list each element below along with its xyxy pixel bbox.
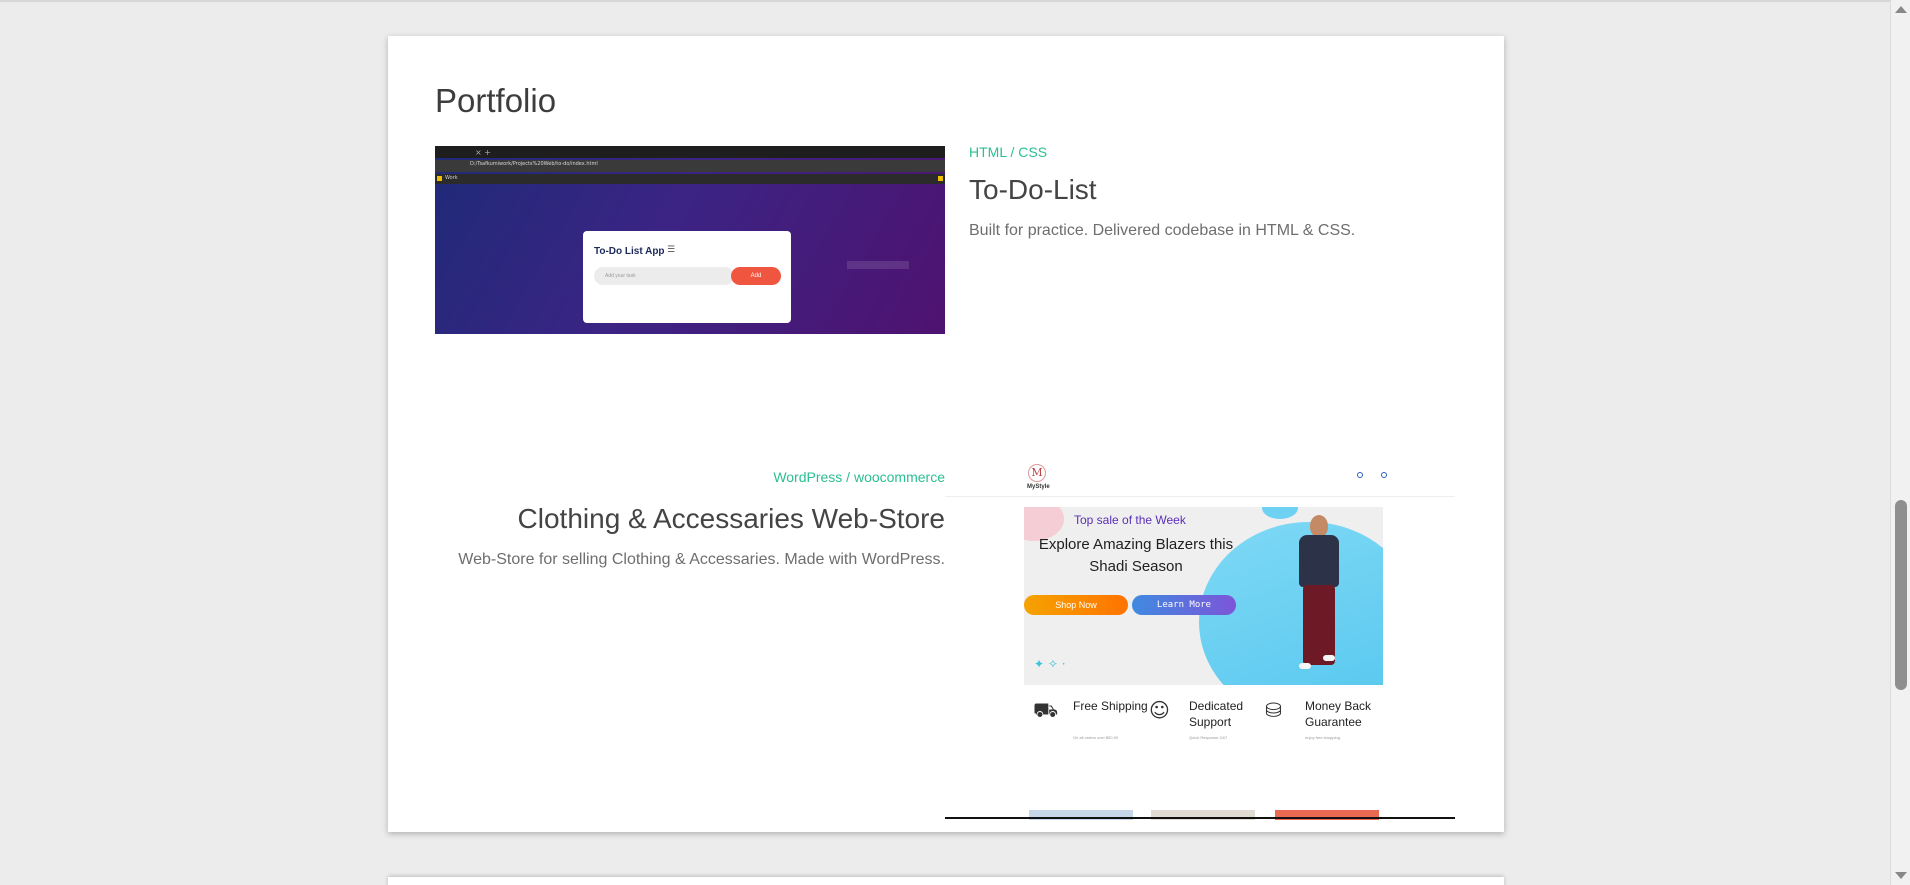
- hero-banner: Top sale of the Week Explore Amazing Bla…: [1024, 507, 1383, 685]
- todo-project-info: HTML / CSS To-Do-List Built for practice…: [969, 144, 1449, 244]
- store-project-info: WordPress / woocommerce Clothing & Acces…: [448, 469, 945, 573]
- feature-label: Dedicated Support: [1189, 699, 1244, 729]
- faint-line: [847, 261, 909, 269]
- scroll-down-icon[interactable]: [1895, 872, 1907, 879]
- browser-tab-strip: × +: [435, 146, 945, 158]
- address-text: D:/Tsafkumiwork/Projects%20Web/to-do/ind…: [470, 161, 598, 167]
- bookmark-label: Work: [445, 175, 458, 181]
- project-description: Web-Store for selling Clothing & Accessa…: [458, 551, 945, 568]
- next-card-top: [388, 877, 1504, 885]
- tab-close-icon: × +: [475, 148, 491, 157]
- header-divider: [945, 496, 1455, 497]
- bookmarks-bar: [435, 174, 945, 184]
- money-back-icon: ⛁: [1265, 698, 1282, 722]
- top-divider: [0, 0, 1890, 2]
- project-title[interactable]: Clothing & Accessaries Web-Store: [448, 503, 945, 535]
- feature-subtext: Quick Response 24/7: [1189, 735, 1228, 740]
- bookmark-folder-icon: [437, 176, 442, 181]
- scroll-up-icon[interactable]: [1895, 6, 1907, 13]
- todo-input: Add your task: [594, 267, 734, 285]
- feature-label: Money Back Guarantee: [1305, 699, 1372, 729]
- hero-heading: Explore Amazing Blazers this Shadi Seaso…: [1038, 536, 1234, 575]
- sparkle-icon: ✦ ✧ ·: [1034, 657, 1066, 671]
- vertical-scrollbar[interactable]: [1890, 0, 1910, 885]
- hero-sale-text: Top sale of the Week: [1074, 513, 1186, 527]
- support-icon: ☺: [1149, 698, 1170, 722]
- section-title: Portfolio: [435, 82, 557, 119]
- store-project-thumbnail[interactable]: M MyStyle Top sale of the Week Explore A…: [945, 460, 1455, 820]
- scrollbar-thumb[interactable]: [1895, 500, 1907, 690]
- portfolio-card: Portfolio × + D:/Tsafkumiwork/Projects%2…: [388, 36, 1504, 832]
- project-category[interactable]: WordPress / woocommerce: [448, 469, 945, 485]
- cart-icon: [1381, 472, 1387, 478]
- project-category[interactable]: HTML / CSS: [969, 144, 1449, 160]
- page-background: Portfolio × + D:/Tsafkumiwork/Projects%2…: [0, 0, 1890, 885]
- todo-app-card: To-Do List App ☰ Add your task Add: [583, 231, 791, 323]
- learn-more-button: Learn More: [1132, 595, 1236, 615]
- feature-subtext: enjoy free shopping: [1305, 735, 1340, 740]
- project-description: Built for practice. Delivered codebase i…: [969, 222, 1356, 239]
- thumbnail-bottom-border: [945, 817, 1455, 819]
- truck-icon: ⛟: [1033, 698, 1059, 722]
- feature-subtext: On all orders over $50.00: [1073, 735, 1119, 740]
- store-logo: M: [1028, 464, 1046, 482]
- project-title[interactable]: To-Do-List: [969, 174, 1449, 206]
- model-illustration: [1289, 515, 1349, 677]
- model-shirt: [1299, 535, 1339, 587]
- model-shoe: [1323, 655, 1335, 661]
- bookmark-folder-icon: [938, 176, 943, 181]
- feature-label: Free Shipping: [1073, 699, 1148, 713]
- model-head: [1310, 515, 1328, 537]
- shop-now-button: Shop Now: [1024, 595, 1128, 615]
- todo-app-title: To-Do List App: [594, 246, 665, 257]
- model-trousers: [1303, 585, 1335, 665]
- todo-project-thumbnail[interactable]: × + D:/Tsafkumiwork/Projects%20Web/to-do…: [435, 146, 945, 334]
- model-shoe: [1299, 663, 1311, 669]
- user-icon: [1357, 472, 1363, 478]
- store-logo-text: MyStyle: [1027, 484, 1050, 490]
- menu-icon: ☰: [667, 245, 676, 255]
- todo-add-button: Add: [731, 267, 781, 285]
